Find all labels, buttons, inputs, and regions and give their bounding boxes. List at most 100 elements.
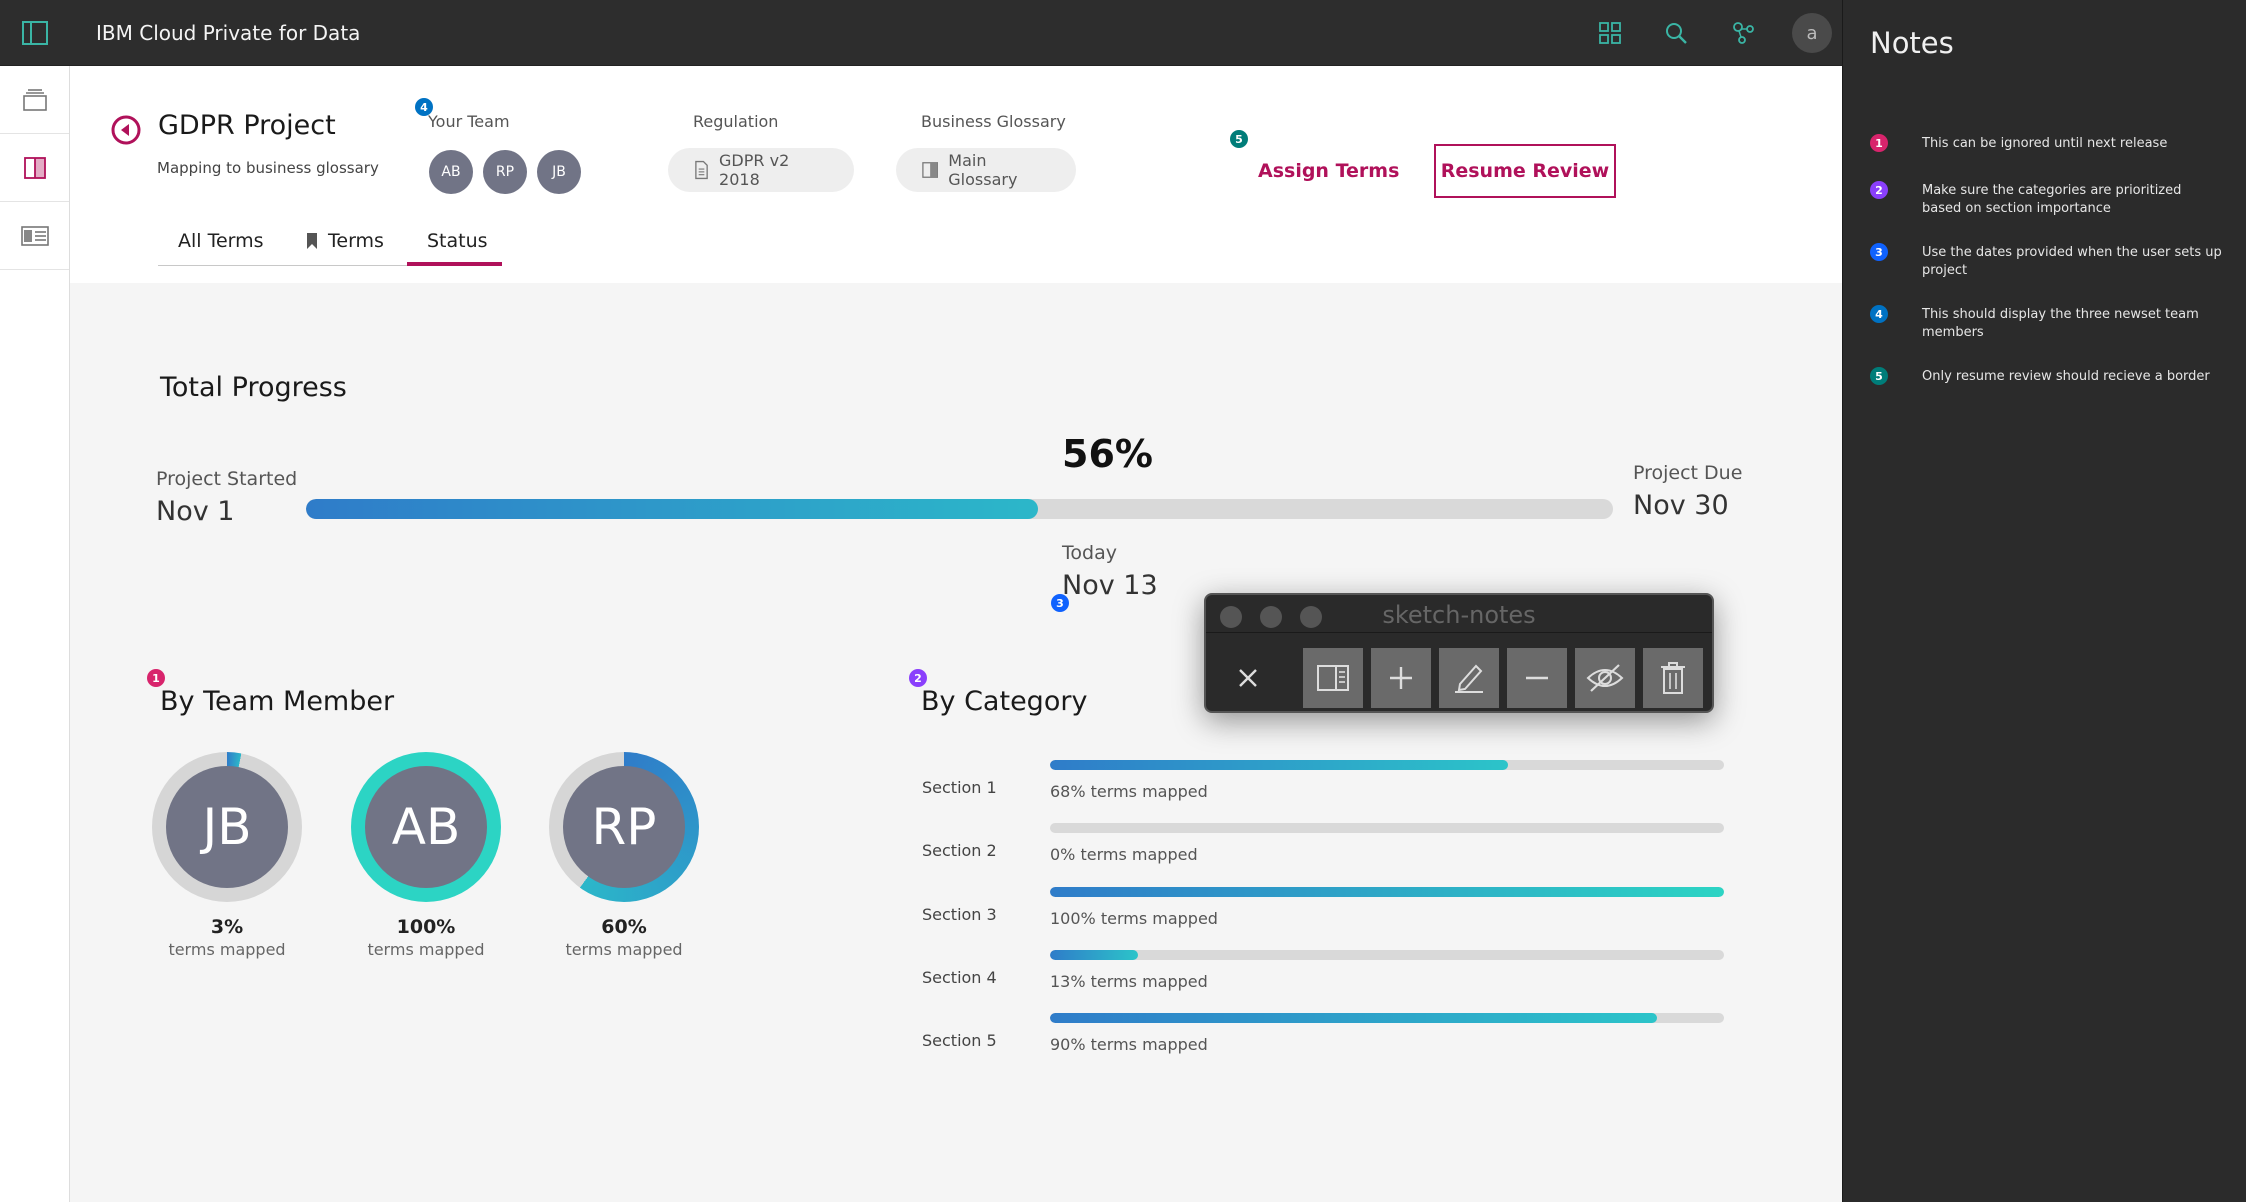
minus-icon: [1526, 676, 1548, 680]
sidebar-panel-icon: [1317, 665, 1349, 691]
category-percent-text: 13% terms mapped: [1050, 972, 1208, 991]
note-number-badge: 2: [1870, 181, 1888, 199]
regulation-label: Regulation: [693, 112, 779, 131]
category-percent-text: 90% terms mapped: [1050, 1035, 1208, 1054]
member-percent: 100%: [396, 916, 456, 938]
remove-note-button[interactable]: [1507, 648, 1567, 708]
regulation-value: GDPR v2 2018: [719, 151, 790, 189]
project-started-date: Nov 1: [156, 496, 235, 527]
note-text: Make sure the categories are prioritized…: [1922, 183, 2182, 216]
pencil-icon: [1455, 664, 1483, 693]
project-due-date: Nov 30: [1633, 490, 1729, 521]
total-progress-title: Total Progress: [160, 372, 347, 403]
project-due-label: Project Due: [1633, 462, 1743, 484]
today-label: Today: [1062, 542, 1117, 564]
sketch-titlebar[interactable]: sketch-notes: [1206, 595, 1712, 633]
member-sub-label: terms mapped: [565, 940, 683, 959]
connections-icon[interactable]: [1724, 13, 1764, 53]
by-team-member-title: By Team Member: [160, 686, 395, 717]
back-button[interactable]: [110, 114, 142, 146]
team-avatar[interactable]: AB: [429, 150, 473, 194]
category-row[interactable]: Section 1 68% terms mapped: [922, 760, 1742, 820]
member-sub-label: terms mapped: [367, 940, 485, 959]
team-member-card[interactable]: RP 60% terms mapped: [549, 752, 699, 959]
nav-item-projects[interactable]: [0, 66, 69, 134]
edit-note-button[interactable]: [1439, 648, 1499, 708]
trash-icon: [1661, 662, 1685, 694]
table-icon: [20, 225, 49, 246]
team-avatar[interactable]: JB: [537, 150, 581, 194]
notes-panel: Notes 1 This can be ignored until next re…: [1842, 0, 2246, 1202]
bookmark-icon: [307, 233, 317, 249]
project-header: GDPR Project Mapping to business glossar…: [70, 66, 1842, 283]
note-number-badge: 1: [1870, 134, 1888, 152]
panel-toggle-button[interactable]: [1303, 648, 1363, 708]
glossary-label: Business Glossary: [921, 112, 1066, 131]
category-progress-bar: [1050, 887, 1724, 897]
category-percent-text: 68% terms mapped: [1050, 782, 1208, 801]
total-progress-percent: 56%: [1062, 432, 1153, 476]
page-title: GDPR Project: [158, 110, 336, 141]
add-note-button[interactable]: [1371, 648, 1431, 708]
category-name: Section 1: [922, 778, 997, 797]
category-row[interactable]: Section 5 90% terms mapped: [922, 1013, 1742, 1073]
hide-notes-button[interactable]: [1575, 648, 1635, 708]
sketch-notes-window[interactable]: sketch-notes: [1204, 593, 1714, 713]
tab-all-terms[interactable]: All Terms: [158, 216, 284, 266]
user-avatar[interactable]: a: [1792, 13, 1832, 53]
team-label: Your Team: [428, 112, 510, 131]
book-icon: [922, 162, 939, 178]
glossary-pill[interactable]: Main Glossary: [896, 148, 1076, 192]
note-badge-5[interactable]: 5: [1230, 130, 1248, 148]
eye-hidden-icon: [1586, 664, 1624, 692]
side-panel-toggle-icon[interactable]: [0, 0, 70, 66]
folder-stack-icon: [22, 88, 47, 111]
apps-grid-icon[interactable]: [1590, 13, 1630, 53]
category-name: Section 4: [922, 968, 997, 987]
category-row[interactable]: Section 2 0% terms mapped: [922, 823, 1742, 883]
member-avatar: AB: [365, 766, 487, 888]
note-text: Use the dates provided when the user set…: [1922, 245, 2222, 278]
member-avatar: RP: [563, 766, 685, 888]
member-percent: 60%: [601, 916, 647, 938]
team-member-card[interactable]: JB 3% terms mapped: [152, 752, 302, 959]
category-percent-text: 100% terms mapped: [1050, 909, 1218, 928]
notes-title: Notes: [1870, 26, 1954, 60]
assign-terms-button[interactable]: Assign Terms: [1258, 160, 1399, 182]
plus-icon: [1390, 667, 1412, 689]
team-member-card[interactable]: AB 100% terms mapped: [351, 752, 501, 959]
search-icon[interactable]: [1656, 13, 1696, 53]
left-nav: [0, 66, 70, 1202]
category-progress-bar: [1050, 950, 1724, 960]
note-text: This should display the three newset tea…: [1922, 307, 2199, 340]
note-text: This can be ignored until next release: [1922, 136, 2168, 151]
member-sub-label: terms mapped: [168, 940, 286, 959]
note-badge-1[interactable]: 1: [147, 669, 165, 687]
total-progress-fill: [306, 499, 1038, 519]
note-number-badge: 3: [1870, 243, 1888, 261]
note-text: Only resume review should recieve a bord…: [1922, 369, 2210, 384]
category-row[interactable]: Section 4 13% terms mapped: [922, 950, 1742, 1010]
tab-status[interactable]: Status: [407, 216, 508, 266]
regulation-pill[interactable]: GDPR v2 2018: [668, 148, 854, 192]
sketch-title: sketch-notes: [1382, 601, 1536, 629]
category-progress-bar: [1050, 1013, 1724, 1023]
category-progress-fill: [1050, 1013, 1657, 1023]
member-percent: 3%: [210, 916, 244, 938]
category-progress-fill: [1050, 760, 1509, 770]
tab-bar: All Terms Terms Status: [158, 216, 1758, 266]
tab-terms[interactable]: Terms: [286, 216, 404, 266]
resume-review-button[interactable]: Resume Review: [1434, 144, 1616, 198]
back-arrow-icon: [111, 115, 141, 145]
app-title: IBM Cloud Private for Data: [96, 21, 361, 45]
today-date: Nov 13: [1062, 570, 1158, 601]
note-badge-2[interactable]: 2: [909, 669, 927, 687]
nav-item-catalog[interactable]: [0, 202, 69, 270]
note-number-badge: 5: [1870, 367, 1888, 385]
page-subtitle: Mapping to business glossary: [157, 159, 379, 177]
close-icon[interactable]: [1220, 650, 1276, 706]
team-avatar[interactable]: RP: [483, 150, 527, 194]
nav-item-glossary[interactable]: [0, 134, 69, 202]
delete-note-button[interactable]: [1643, 648, 1703, 708]
category-row[interactable]: Section 3 100% terms mapped: [922, 887, 1742, 947]
